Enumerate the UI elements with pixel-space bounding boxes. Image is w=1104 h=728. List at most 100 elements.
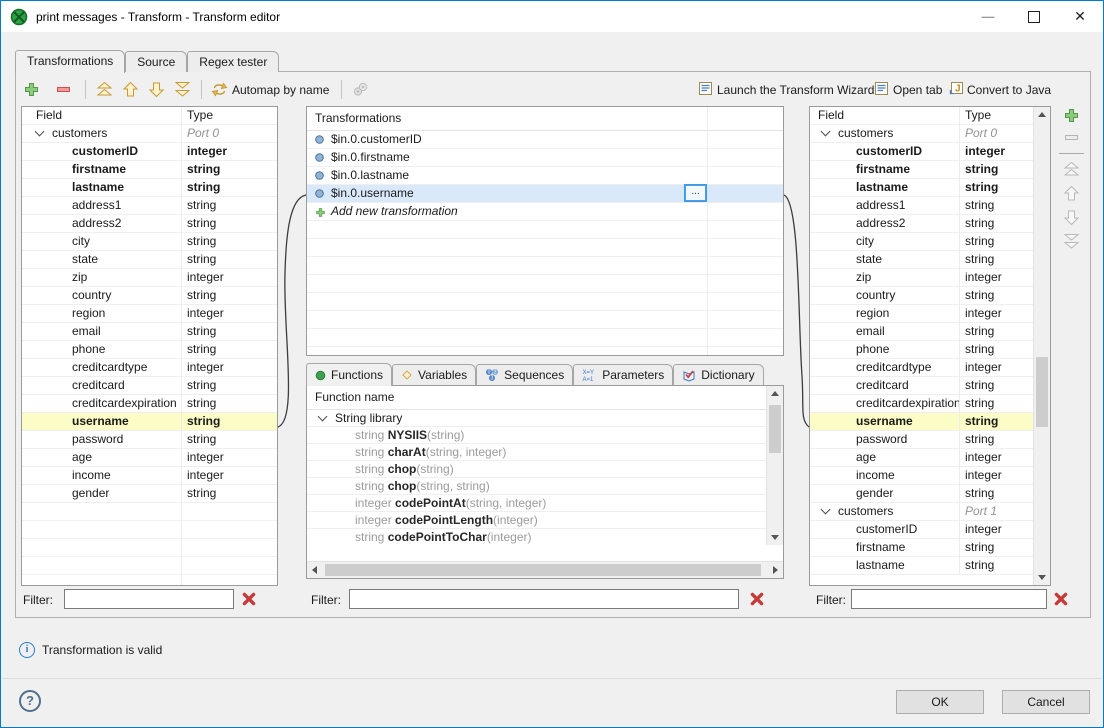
settings-gears-icon[interactable] <box>352 81 369 98</box>
field-row[interactable]: address2string <box>810 215 1035 233</box>
minimize-button[interactable]: — <box>965 1 1011 32</box>
field-group-row[interactable]: customersPort 0 <box>810 125 1035 143</box>
field-row[interactable]: phonestring <box>22 341 277 359</box>
transformation-row[interactable]: $in.0.lastname <box>307 167 783 185</box>
tab-dictionary[interactable]: Dictionary <box>673 364 763 385</box>
field-row[interactable]: address1string <box>22 197 277 215</box>
add-output-field-icon[interactable] <box>1063 107 1080 124</box>
field-row[interactable]: firstnamestring <box>810 539 1035 557</box>
move-field-to-bottom-icon[interactable] <box>1063 233 1080 250</box>
add-new-transformation-row[interactable]: Add new transformation <box>307 203 783 221</box>
move-field-down-icon[interactable] <box>1063 209 1080 226</box>
scroll-down-arrow[interactable] <box>767 529 783 545</box>
chevron-down-icon[interactable] <box>821 505 831 515</box>
scroll-left-arrow[interactable] <box>307 562 323 578</box>
add-field-mapping-icon[interactable] <box>23 81 40 98</box>
field-row[interactable]: creditcardtypeinteger <box>810 359 1035 377</box>
field-row[interactable]: lastnamestring <box>22 179 277 197</box>
remove-mapping-icon[interactable] <box>55 81 72 98</box>
scroll-up-arrow[interactable] <box>767 386 783 402</box>
help-button[interactable]: ? <box>19 690 41 712</box>
field-row[interactable]: emailstring <box>22 323 277 341</box>
field-row[interactable]: firstnamestring <box>22 161 277 179</box>
right-filter-input[interactable] <box>851 589 1047 609</box>
edit-transformation-button[interactable]: ... <box>685 185 706 201</box>
functions-vertical-scrollbar[interactable] <box>766 386 783 545</box>
remove-output-field-icon[interactable] <box>1063 129 1080 146</box>
field-row[interactable]: firstnamestring <box>810 161 1035 179</box>
tab-functions[interactable]: Functions <box>306 363 392 386</box>
move-up-icon[interactable] <box>122 81 139 98</box>
right-clear-filter-icon[interactable] <box>1053 591 1069 607</box>
field-row[interactable]: countrystring <box>810 287 1035 305</box>
move-field-up-icon[interactable] <box>1063 185 1080 202</box>
cancel-button[interactable]: Cancel <box>1002 690 1090 714</box>
field-group-row[interactable]: customersPort 1 <box>810 503 1035 521</box>
field-row[interactable]: address1string <box>810 197 1035 215</box>
move-down-icon[interactable] <box>148 81 165 98</box>
move-field-to-top-icon[interactable] <box>1063 161 1080 178</box>
transformation-row[interactable]: $in.0.username... <box>307 185 783 203</box>
function-row[interactable]: integer codePointAt(string, integer) <box>307 495 767 512</box>
field-row[interactable]: creditcardexpirationstring <box>810 395 1035 413</box>
tab-sequences[interactable]: 023 Sequences <box>476 364 573 385</box>
ok-button[interactable]: OK <box>896 690 984 714</box>
tab-transformations[interactable]: Transformations <box>15 50 125 73</box>
field-row[interactable]: usernamestring <box>22 413 277 431</box>
output-vertical-scrollbar[interactable] <box>1033 107 1050 585</box>
field-row[interactable]: passwordstring <box>22 431 277 449</box>
field-row[interactable]: lastnamestring <box>810 179 1035 197</box>
close-button[interactable]: ✕ <box>1057 1 1103 32</box>
field-row[interactable]: emailstring <box>810 323 1035 341</box>
chevron-down-icon[interactable] <box>318 412 328 422</box>
scroll-thumb[interactable] <box>1036 357 1048 427</box>
functions-horizontal-scrollbar[interactable] <box>307 561 783 578</box>
functions-clear-filter-icon[interactable] <box>749 591 765 607</box>
field-row[interactable]: passwordstring <box>810 431 1035 449</box>
scroll-thumb[interactable] <box>325 564 761 576</box>
functions-filter-input[interactable] <box>349 589 739 609</box>
field-row[interactable]: usernamestring <box>810 413 1035 431</box>
field-group-row[interactable]: customersPort 0 <box>22 125 277 143</box>
transformation-row[interactable]: $in.0.customerID <box>307 131 783 149</box>
left-filter-input[interactable] <box>64 589 234 609</box>
tab-regex-tester[interactable]: Regex tester <box>187 51 279 72</box>
function-row[interactable]: string chop(string) <box>307 461 767 478</box>
function-row[interactable]: string charAt(string, integer) <box>307 444 767 461</box>
move-to-top-icon[interactable] <box>96 81 113 98</box>
field-row[interactable]: creditcardstring <box>22 377 277 395</box>
left-clear-filter-icon[interactable] <box>241 591 257 607</box>
scroll-thumb[interactable] <box>769 405 781 453</box>
field-row[interactable]: zipinteger <box>22 269 277 287</box>
field-row[interactable]: address2string <box>22 215 277 233</box>
field-row[interactable]: genderstring <box>22 485 277 503</box>
field-row[interactable]: customerIDinteger <box>22 143 277 161</box>
field-row[interactable]: creditcardexpirationstring <box>22 395 277 413</box>
scroll-right-arrow[interactable] <box>767 562 783 578</box>
field-row[interactable]: creditcardtypeinteger <box>22 359 277 377</box>
move-to-bottom-icon[interactable] <box>174 81 191 98</box>
convert-to-java-button[interactable]: Convert to Java <box>967 83 1051 97</box>
field-row[interactable]: customerIDinteger <box>810 143 1035 161</box>
function-row[interactable]: string chop(string, string) <box>307 478 767 495</box>
automap-by-name-button[interactable]: Automap by name <box>232 83 329 97</box>
scroll-up-arrow[interactable] <box>1034 107 1050 123</box>
automap-icon[interactable] <box>211 81 228 98</box>
tab-source[interactable]: Source <box>125 51 187 72</box>
transformation-row[interactable]: $in.0.firstname <box>307 149 783 167</box>
field-row[interactable]: statestring <box>810 251 1035 269</box>
function-row[interactable]: string codePointToChar(integer) <box>307 529 767 545</box>
chevron-down-icon[interactable] <box>821 127 831 137</box>
field-row[interactable]: regioninteger <box>810 305 1035 323</box>
function-library-group-row[interactable]: String library <box>307 410 767 427</box>
function-row[interactable]: string NYSIIS(string) <box>307 427 767 444</box>
field-row[interactable]: customerIDinteger <box>810 521 1035 539</box>
maximize-button[interactable] <box>1011 1 1057 32</box>
tab-variables[interactable]: Variables <box>392 364 476 385</box>
field-row[interactable]: regioninteger <box>22 305 277 323</box>
field-row[interactable]: incomeinteger <box>810 467 1035 485</box>
field-row[interactable]: creditcardstring <box>810 377 1035 395</box>
scroll-down-arrow[interactable] <box>1034 569 1050 585</box>
field-row[interactable]: citystring <box>22 233 277 251</box>
field-row[interactable]: statestring <box>22 251 277 269</box>
